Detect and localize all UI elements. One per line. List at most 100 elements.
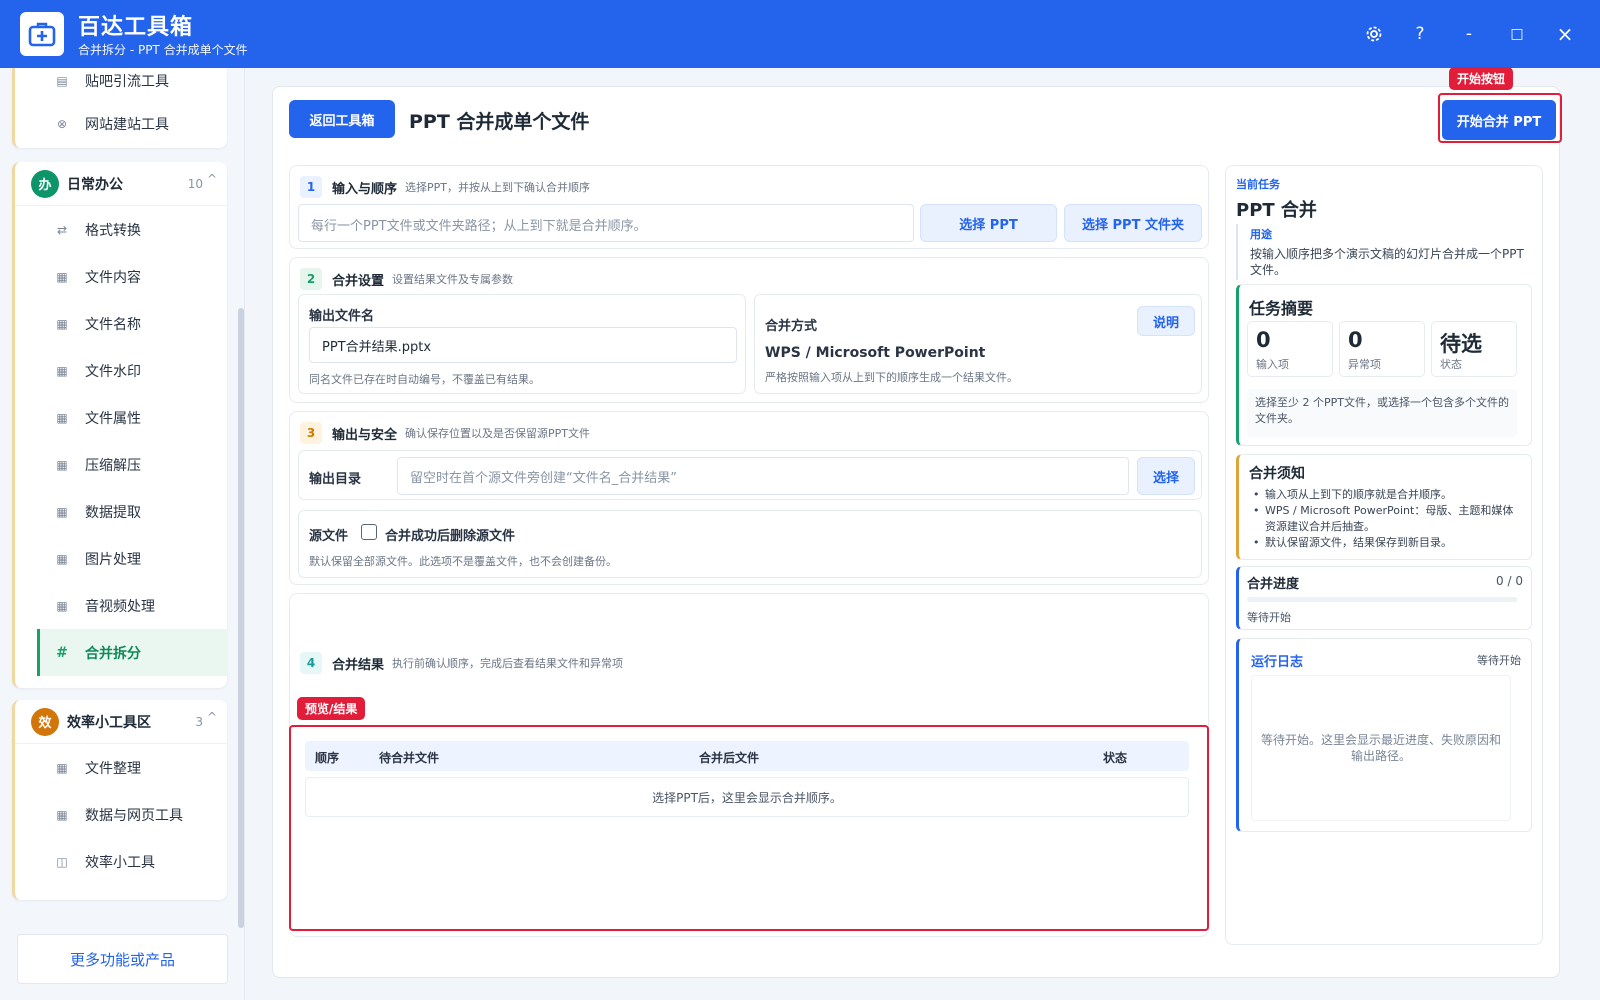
merge-method-card: 合并方式 说明 WPS / Microsoft PowerPoint 严格按照输…	[754, 294, 1202, 394]
box-icon: ◫	[56, 854, 68, 869]
sidebar-item-av[interactable]: ▦ 音视频处理	[15, 582, 227, 629]
stat-status: 待选 状态	[1431, 321, 1517, 377]
section-desc: 确认保存位置以及是否保留源PPT文件	[405, 427, 591, 440]
sidebar-item-efficiency-tools[interactable]: ◫ 效率小工具	[15, 838, 227, 885]
delete-source-checkbox[interactable]	[361, 524, 377, 540]
stat-input-count: 0 输入项	[1247, 321, 1333, 377]
log-output[interactable]: 等待开始。这里会显示最近进度、失败原因和输出路径。	[1251, 675, 1511, 821]
sidebar-item-watermark[interactable]: ▦ 文件水印	[15, 347, 227, 394]
output-name-card: 输出文件名 PPT合并结果.pptx 同名文件已存在时自动编号，不覆盖已有结果。	[298, 294, 746, 394]
run-log-card: 运行日志 等待开始 等待开始。这里会显示最近进度、失败原因和输出路径。	[1236, 638, 1532, 832]
method-help-button[interactable]: 说明	[1137, 306, 1195, 336]
maximize-button[interactable]: □	[1503, 20, 1531, 48]
grid-icon: ▦	[56, 363, 68, 378]
minimize-button[interactable]: -	[1455, 20, 1483, 48]
source-file-card: 源文件 合并成功后删除源文件 默认保留全部源文件。此选项不是覆盖文件，也不会创建…	[298, 510, 1202, 578]
output-dir-card: 输出目录 留空时在首个源文件旁创建“文件名_合并结果” 选择	[298, 450, 1202, 500]
progress-title: 合并进度	[1247, 577, 1300, 592]
office-badge: 办	[31, 169, 59, 198]
group-header-office[interactable]: 办 日常办公 10 ^	[15, 162, 227, 206]
collapse-caret-icon[interactable]: ^	[207, 710, 217, 724]
merge-progress-card: 合并进度 0 / 0 等待开始	[1236, 566, 1532, 630]
source-file-label: 源文件	[309, 529, 349, 544]
section-desc: 执行前确认顺序，完成后查看结果文件和异常项	[392, 657, 624, 670]
start-merge-button[interactable]: 开始合并 PPT	[1442, 100, 1556, 140]
collapse-caret-icon[interactable]: ^	[207, 172, 217, 186]
output-name-label: 输出文件名	[309, 309, 375, 324]
log-status: 等待开始	[1477, 654, 1521, 667]
section-title: 输入与顺序	[332, 181, 398, 197]
col-status: 状态	[1103, 751, 1128, 765]
note-icon: ▤	[56, 74, 68, 88]
sidebar-scrollbar[interactable]	[238, 308, 244, 928]
section-input-order: 1 输入与顺序 选择PPT，并按从上到下确认合并顺序 每行一个PPT文件或文件夹…	[289, 165, 1209, 249]
sidebar-group-efficiency: 效 效率小工具区 3 ^ ▦ 文件整理 ▦ 数据与网页工具 ◫ 效率小工具	[12, 700, 227, 900]
grid-icon: ▦	[56, 269, 68, 284]
main-panel: 返回工具箱 PPT 合并成单个文件 开始按钮 开始合并 PPT 1 输入与顺序 …	[272, 67, 1562, 978]
settings-gear-icon[interactable]	[1360, 20, 1388, 48]
sidebar-item-data-web[interactable]: ▦ 数据与网页工具	[15, 791, 227, 838]
col-source-file: 待合并文件	[379, 751, 440, 765]
output-dir-label: 输出目录	[309, 472, 362, 487]
merge-method-note: 严格按照输入项从上到下的顺序生成一个结果文件。	[765, 371, 1018, 384]
usage-text: 按输入顺序把多个演示文稿的幻灯片合并成一个PPT 文件。	[1250, 247, 1524, 277]
delete-source-label[interactable]: 合并成功后删除源文件	[385, 525, 515, 544]
section-title: 合并设置	[332, 273, 385, 289]
section-number: 2	[300, 268, 322, 290]
start-hint-tag: 开始按钮	[1449, 67, 1514, 90]
grid-icon: ▦	[56, 504, 68, 519]
current-task-label: 当前任务	[1236, 178, 1280, 191]
efficiency-badge: 效	[31, 707, 59, 736]
input-paths-textarea[interactable]: 每行一个PPT文件或文件夹路径；从上到下就是合并顺序。	[298, 204, 914, 242]
sidebar-item-format-convert[interactable]: ⇄ 格式转换	[15, 206, 227, 253]
sidebar-item-merge-split[interactable]: # 合并拆分	[37, 629, 227, 676]
notice-item: WPS / Microsoft PowerPoint：母版、主题和媒体资源建议合…	[1251, 503, 1521, 535]
section-output-safety: 3 输出与安全 确认保存位置以及是否保留源PPT文件 输出目录 留空时在首个源文…	[289, 411, 1209, 585]
sidebar: ▤ 贴吧引流工具 ⊗ 网站建站工具 办 日常办公 10 ^ ⇄ 格式转换 ▦ 文件内…	[0, 68, 245, 1000]
progress-count: 0 / 0	[1496, 574, 1523, 588]
col-merged-file: 合并后文件	[699, 751, 760, 765]
merge-method-value: WPS / Microsoft PowerPoint	[765, 345, 986, 361]
select-dir-button[interactable]: 选择	[1137, 457, 1195, 495]
output-name-note: 同名文件已存在时自动编号，不覆盖已有结果。	[309, 373, 540, 386]
sidebar-item-data-extract[interactable]: ▦ 数据提取	[15, 488, 227, 535]
sidebar-item-website[interactable]: ⊗ 网站建站工具	[15, 100, 227, 147]
group-header-efficiency[interactable]: 效 效率小工具区 3 ^	[15, 700, 227, 744]
section-desc: 设置结果文件及专属参数	[392, 273, 514, 286]
sidebar-item-tieba[interactable]: ▤ 贴吧引流工具	[15, 68, 227, 100]
sidebar-item-file-content[interactable]: ▦ 文件内容	[15, 253, 227, 300]
col-order: 顺序	[315, 751, 340, 765]
result-table-header: 顺序 待合并文件 合并后文件 状态	[305, 741, 1189, 771]
grid-icon: ▦	[56, 598, 68, 613]
merge-method-label: 合并方式	[765, 319, 818, 334]
output-dir-input[interactable]: 留空时在首个源文件旁创建“文件名_合并结果”	[397, 457, 1129, 495]
app-subtitle: 合并拆分 - PPT 合并成单个文件	[78, 43, 248, 57]
section-desc: 选择PPT，并按从上到下确认合并顺序	[405, 181, 591, 194]
title-bar: 百达工具箱 合并拆分 - PPT 合并成单个文件 ? - □ ×	[0, 0, 1600, 68]
sidebar-item-file-name[interactable]: ▦ 文件名称	[15, 300, 227, 347]
preview-result-tag: 预览/结果	[297, 697, 366, 720]
globe-icon: ⊗	[56, 116, 68, 131]
group-name: 效率小工具区	[67, 714, 151, 731]
sidebar-item-image[interactable]: ▦ 图片处理	[15, 535, 227, 582]
sidebar-item-file-organize[interactable]: ▦ 文件整理	[15, 744, 227, 791]
grid-icon: ▦	[56, 807, 68, 822]
help-button[interactable]: ?	[1406, 20, 1434, 48]
output-name-input[interactable]: PPT合并结果.pptx	[309, 327, 737, 363]
close-button[interactable]: ×	[1551, 20, 1579, 48]
task-name: PPT 合并	[1236, 200, 1317, 221]
select-ppt-folder-button[interactable]: 选择 PPT 文件夹	[1064, 204, 1202, 242]
source-file-note: 默认保留全部源文件。此选项不是覆盖文件，也不会创建备份。	[309, 555, 617, 568]
section-number: 4	[300, 652, 322, 674]
grid-icon: ▦	[56, 457, 68, 472]
section-title: 输出与安全	[332, 427, 398, 443]
sidebar-item-compress[interactable]: ▦ 压缩解压	[15, 441, 227, 488]
swap-icon: ⇄	[56, 222, 68, 237]
back-to-toolbox-button[interactable]: 返回工具箱	[289, 100, 395, 138]
more-products-button[interactable]: 更多功能或产品	[17, 934, 228, 984]
sidebar-item-file-attributes[interactable]: ▦ 文件属性	[15, 394, 227, 441]
select-ppt-button[interactable]: 选择 PPT	[920, 204, 1057, 242]
grid-icon: ▦	[56, 760, 68, 775]
usage-block: 用途 按输入顺序把多个演示文稿的幻灯片合并成一个PPT 文件。	[1236, 224, 1532, 280]
usage-label: 用途	[1250, 228, 1272, 241]
